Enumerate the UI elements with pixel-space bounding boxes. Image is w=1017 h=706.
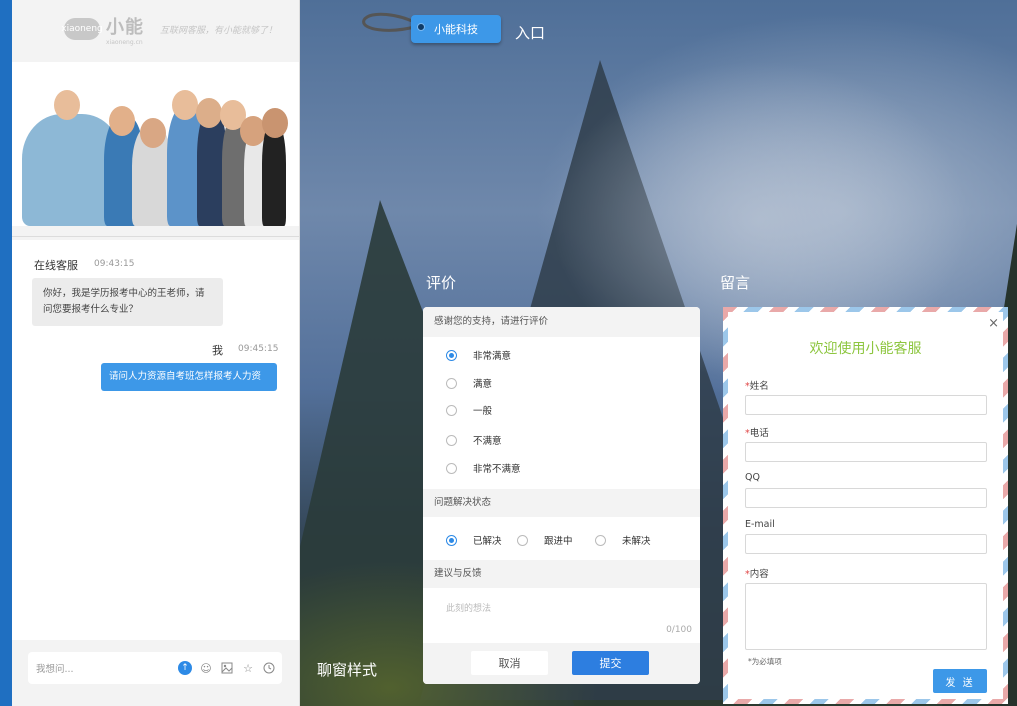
chat-style-label: 聊窗样式	[317, 661, 378, 679]
chat-input-bar: 我想问... ↑ ☺ ☆	[28, 652, 282, 684]
rating-option-label: 一般	[473, 406, 493, 417]
radio-icon	[517, 534, 528, 546]
rating-prompt: 感谢您的支持，请进行评价	[423, 307, 700, 337]
team-banner-image	[12, 62, 299, 226]
chat-input[interactable]: 我想问...	[36, 661, 171, 675]
leave-message-body: × 欢迎使用小能客服 *姓名 *电话 QQ E-mail *内容 *为必填项 发…	[728, 312, 1003, 699]
rating-option[interactable]: 不满意	[446, 433, 502, 447]
chat-window: xiaoneng 小能 xiaoneng.cn 互联网客服，有小能就够了！ 在线…	[12, 0, 300, 706]
status-option[interactable]: 未解决	[595, 533, 651, 547]
entry-label: 入口	[515, 24, 546, 42]
message-list: 在线客服 09:43:15 你好，我是学历报考中心的王老师，请问您要报考什么专业…	[12, 240, 299, 640]
content-label: *内容	[745, 566, 769, 580]
leave-message-dialog: × 欢迎使用小能客服 *姓名 *电话 QQ E-mail *内容 *为必填项 发…	[723, 307, 1008, 704]
email-label: E-mail	[745, 519, 775, 530]
status-option-label: 已解决	[473, 536, 502, 547]
close-icon[interactable]: ×	[988, 316, 999, 331]
status-heading: 问题解决状态	[423, 489, 700, 517]
message-section-label: 留言	[720, 274, 751, 292]
user-name: 我	[212, 344, 223, 357]
agent-timestamp: 09:43:15	[94, 259, 135, 269]
rating-option[interactable]: 满意	[446, 376, 492, 390]
agent-message-bubble: 你好，我是学历报考中心的王老师，请问您要报考什么专业？	[32, 278, 223, 326]
brand-slogan: 互联网客服，有小能就够了！	[160, 25, 278, 36]
star-icon[interactable]: ☆	[241, 661, 255, 675]
feedback-heading: 建议与反馈	[423, 560, 700, 588]
send-button[interactable]: 发 送	[933, 669, 987, 693]
name-label: *姓名	[745, 378, 769, 392]
status-option-label: 未解决	[622, 536, 651, 547]
logo-block: 小能 xiaoneng.cn	[106, 13, 144, 46]
rating-option-label: 满意	[473, 379, 493, 390]
content-textarea[interactable]	[745, 583, 987, 650]
status-option[interactable]: 跟进中	[517, 533, 573, 547]
brand-header: xiaoneng 小能 xiaoneng.cn 互联网客服，有小能就够了！	[12, 0, 299, 58]
radio-icon	[446, 434, 457, 446]
radio-icon	[595, 534, 606, 546]
rating-option-label: 非常满意	[473, 351, 512, 362]
field-label: 电话	[749, 428, 769, 439]
feedback-textarea[interactable]: 此刻的想法	[446, 601, 491, 614]
user-message-bubble: 请问人力资源自考班怎样报考人力资	[101, 363, 277, 391]
rating-footer: 取消 提交	[423, 643, 700, 684]
radio-icon	[446, 377, 457, 389]
rating-option[interactable]: 非常满意	[446, 348, 511, 362]
rating-option[interactable]: 非常不满意	[446, 461, 521, 475]
phone-field[interactable]	[745, 442, 987, 462]
phone-label: *电话	[745, 425, 769, 439]
qq-label: QQ	[745, 472, 760, 483]
user-timestamp: 09:45:15	[238, 344, 279, 354]
name-field[interactable]	[745, 395, 987, 415]
rating-option[interactable]: 一般	[446, 403, 492, 417]
rating-dialog: 感谢您的支持，请进行评价 非常满意 满意 一般 不满意 非常不满意 问题解决状态…	[423, 307, 700, 684]
left-accent-bar	[0, 0, 12, 706]
company-tag[interactable]: 小能科技	[411, 15, 501, 43]
email-field[interactable]	[745, 534, 987, 554]
rating-section-label: 评价	[426, 274, 457, 292]
send-icon[interactable]: ↑	[178, 661, 192, 675]
divider	[12, 236, 299, 237]
cancel-button[interactable]: 取消	[471, 651, 548, 675]
logo-icon: xiaoneng	[61, 18, 103, 40]
tag-hole-icon	[417, 23, 425, 31]
logo-text: 小能	[106, 16, 144, 38]
submit-button[interactable]: 提交	[572, 651, 649, 675]
status-option-label: 跟进中	[544, 536, 573, 547]
radio-icon	[446, 404, 457, 416]
field-label: 内容	[749, 569, 769, 580]
status-option[interactable]: 已解决	[446, 533, 502, 547]
field-label: 姓名	[749, 381, 769, 392]
rating-option-label: 不满意	[473, 436, 502, 447]
radio-icon	[446, 462, 457, 474]
radio-checked-icon	[446, 534, 457, 546]
agent-name: 在线客服	[34, 259, 78, 272]
company-tag-label: 小能科技	[434, 23, 478, 36]
required-note: *为必填项	[748, 657, 782, 666]
radio-checked-icon	[446, 349, 457, 361]
emoji-icon[interactable]: ☺	[199, 661, 213, 675]
char-counter: 0/100	[666, 625, 692, 635]
qq-field[interactable]	[745, 488, 987, 508]
history-icon[interactable]	[262, 661, 276, 675]
rating-option-label: 非常不满意	[473, 464, 521, 475]
logo-subtext: xiaoneng.cn	[106, 38, 143, 46]
image-icon[interactable]	[220, 661, 234, 675]
leave-message-title: 欢迎使用小能客服	[809, 341, 922, 357]
